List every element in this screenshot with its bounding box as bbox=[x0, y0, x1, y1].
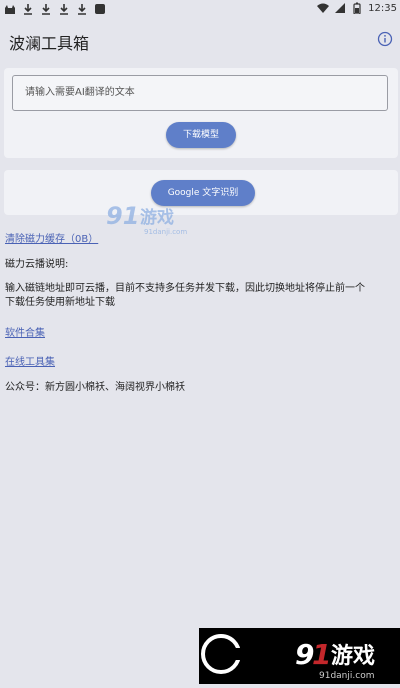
svg-text:游戏: 游戏 bbox=[331, 643, 375, 669]
status-bar: 12:35 bbox=[0, 0, 400, 20]
software-collection-link[interactable]: 软件合集 bbox=[5, 324, 45, 339]
status-left-icons bbox=[4, 3, 106, 15]
magnet-description-line2: 下载任务使用新地址下载 bbox=[5, 297, 115, 308]
status-time: 12:35 bbox=[368, 2, 397, 14]
magnet-heading: 磁力云播说明: bbox=[5, 259, 69, 270]
watermark-brand-logo: 9 1 游戏 91danji.com bbox=[201, 634, 375, 681]
download-icon bbox=[24, 4, 32, 15]
svg-text:游戏: 游戏 bbox=[140, 207, 174, 228]
square-icon bbox=[95, 4, 105, 14]
download-icon bbox=[42, 4, 50, 15]
download-icon bbox=[78, 4, 86, 15]
svg-text:91: 91 bbox=[106, 202, 139, 230]
svg-text:91danji.com: 91danji.com bbox=[144, 228, 187, 236]
app-bar: 波澜工具箱 bbox=[0, 20, 400, 60]
wifi-icon bbox=[317, 3, 330, 13]
svg-text:91danji.com: 91danji.com bbox=[319, 671, 374, 681]
svg-text:1: 1 bbox=[312, 638, 331, 671]
clear-cache-link[interactable]: 清除磁力缓存（0B） bbox=[5, 230, 98, 245]
status-right: 12:35 bbox=[317, 2, 397, 14]
translate-card: 请输入需要AI翻译的文本 下载模型 bbox=[4, 68, 398, 158]
download-icon bbox=[60, 4, 68, 15]
online-tools-link[interactable]: 在线工具集 bbox=[5, 353, 55, 368]
app-title: 波澜工具箱 bbox=[9, 34, 90, 53]
wechat-account-text: 公众号：新方圆小棉袄、海阔视界小棉袄 bbox=[5, 382, 185, 393]
battery-icon bbox=[353, 2, 361, 14]
bottom-watermark: 9 1 游戏 91danji.com bbox=[199, 628, 400, 684]
signal-icon bbox=[335, 3, 346, 13]
download-model-button[interactable]: 下载模型 bbox=[166, 122, 236, 148]
info-icon[interactable] bbox=[377, 31, 393, 47]
translate-input[interactable]: 请输入需要AI翻译的文本 bbox=[12, 75, 388, 111]
cat-icon bbox=[5, 5, 15, 14]
watermark-logo: 91 游戏 91danji.com bbox=[106, 202, 187, 236]
magnet-description-line1: 输入磁链地址即可云播，目前不支持多任务并发下载，因此切换地址将停止前一个 bbox=[5, 283, 365, 294]
